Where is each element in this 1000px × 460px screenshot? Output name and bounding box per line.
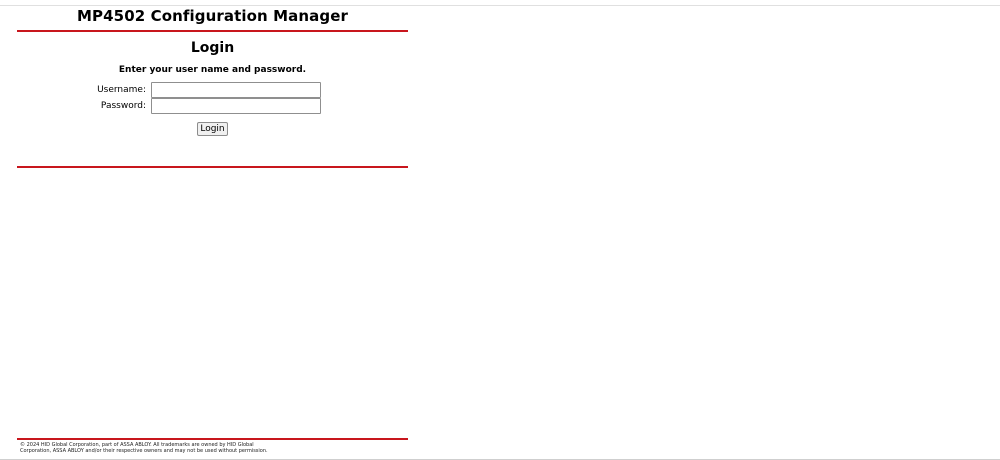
login-panel: MP4502 Configuration Manager Login Enter… bbox=[17, 0, 408, 460]
footer-divider bbox=[17, 438, 408, 440]
copyright-footer: © 2024 HID Global Corporation, part of A… bbox=[20, 442, 408, 459]
username-label: Username: bbox=[97, 85, 146, 95]
copyright-line-2: Corporation, ASSA ABLOY and/or their res… bbox=[20, 448, 268, 454]
username-input[interactable] bbox=[151, 82, 321, 98]
login-instructions: Enter your user name and password. bbox=[118, 65, 307, 75]
login-heading: Login bbox=[190, 40, 235, 56]
form-divider bbox=[17, 166, 408, 168]
header-divider bbox=[17, 30, 408, 32]
login-button[interactable]: Login bbox=[197, 122, 228, 136]
page-title: MP4502 Configuration Manager bbox=[77, 7, 348, 25]
password-label: Password: bbox=[100, 101, 146, 111]
password-row: Password: bbox=[17, 98, 408, 114]
password-input[interactable] bbox=[151, 98, 321, 114]
login-page: MP4502 Configuration Manager Login Enter… bbox=[0, 0, 1000, 460]
username-row: Username: bbox=[17, 82, 408, 98]
